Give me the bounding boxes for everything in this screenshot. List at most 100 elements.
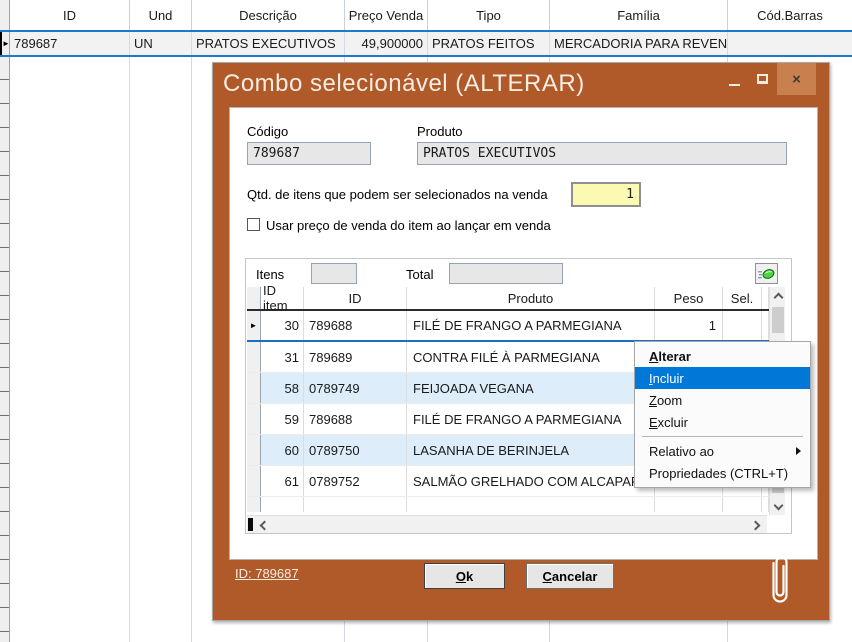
cell-id: 0789750	[304, 435, 407, 465]
minimize-icon	[729, 84, 740, 86]
menu-item-excluir[interactable]: Excluir	[635, 411, 810, 433]
current-row-marker-icon: ►	[2, 40, 10, 48]
vertical-scrollbar-thumb[interactable]	[772, 307, 784, 333]
qtd-itens-field[interactable]: 1	[571, 182, 641, 207]
cell-extra	[304, 497, 407, 512]
grid-empty-area	[247, 497, 785, 512]
close-button[interactable]: ×	[777, 63, 816, 95]
column-header-preco-venda[interactable]: Preço Venda	[345, 0, 428, 30]
grid-header-produto[interactable]: Produto	[407, 287, 655, 309]
column-header-und[interactable]: Und	[130, 0, 192, 30]
cell-id-item: 31	[261, 342, 304, 372]
close-icon: ×	[792, 71, 801, 88]
cell-produto: LASANHA DE BERINJELA	[407, 435, 655, 465]
column-header-cod-barras[interactable]: Cód.Barras	[728, 0, 852, 30]
cancel-button-label: Cancelar	[543, 569, 598, 584]
column-header-id[interactable]: ID	[10, 0, 130, 30]
record-id-link[interactable]: ID: 789687	[235, 566, 299, 581]
table-row[interactable]: ► 789687 UN PRATOS EXECUTIVOS 49,900000 …	[0, 30, 852, 57]
table-gridline	[191, 56, 192, 642]
horizontal-scrollbar[interactable]	[247, 515, 767, 533]
maximize-button[interactable]	[749, 65, 775, 93]
usar-preco-checkbox-label: Usar preço de venda do item ao lançar em…	[266, 218, 551, 233]
cell-extra	[723, 497, 762, 512]
menu-item-relativo-ao[interactable]: Relativo ao	[635, 440, 810, 462]
codigo-field[interactable]: 789687	[247, 142, 371, 165]
horizontal-scrollbar-thumb[interactable]	[248, 518, 253, 531]
row-selector-cell: ►	[0, 32, 10, 55]
cancel-button[interactable]: Cancelar	[526, 563, 614, 589]
grid-context-menu: Alterar Incluir Zoom Excluir Relativo ao…	[634, 341, 811, 488]
menu-item-incluir[interactable]: Incluir	[635, 367, 810, 389]
grid-header-row: ID item ID Produto Peso Sel.	[247, 287, 785, 311]
app-root: ID Und Descrição Preço Venda Tipo Famíli…	[0, 0, 852, 642]
menu-separator	[642, 436, 803, 437]
grid-header-sel[interactable]: Sel.	[723, 287, 762, 309]
cell-id: 789688	[304, 311, 407, 340]
itens-count-field[interactable]	[311, 263, 357, 284]
cell-extra	[762, 311, 769, 340]
cell-id-item: 61	[261, 466, 304, 496]
scroll-right-icon[interactable]	[749, 516, 765, 534]
produto-field[interactable]: PRATOS EXECUTIVOS	[417, 142, 787, 165]
cell-descricao: PRATOS EXECUTIVOS	[192, 32, 345, 55]
menu-item-label: Zoom	[649, 393, 682, 408]
grid-row-selected[interactable]: ► 30 789688 FILÉ DE FRANGO A PARMEGIANA …	[247, 311, 785, 342]
column-header-descricao[interactable]: Descrição	[192, 0, 345, 30]
cell-produto: FEIJOADA VEGANA	[407, 373, 655, 403]
grid-header-id-item[interactable]: ID item	[261, 287, 304, 309]
submenu-arrow-icon	[796, 447, 801, 455]
menu-item-label: Relativo ao	[649, 444, 714, 459]
paperclip-icon	[767, 550, 793, 611]
total-field[interactable]	[449, 263, 563, 284]
cell-id-item: 60	[261, 435, 304, 465]
grid-header-extra	[762, 287, 769, 309]
column-header-familia[interactable]: Família	[550, 0, 728, 30]
cell-id-item: 30	[261, 311, 304, 340]
cell-cod-barras	[728, 32, 852, 55]
grid-row-marker	[247, 435, 261, 465]
cell-familia: MERCADORIA PARA REVENDA	[550, 32, 728, 55]
cell-extra	[407, 497, 655, 512]
grid-row-marker	[247, 466, 261, 496]
products-table-header: ID Und Descrição Preço Venda Tipo Famíli…	[0, 0, 852, 30]
cell-id: 789687	[10, 32, 130, 55]
itens-label: Itens	[256, 267, 284, 282]
ok-button-label: Ok	[456, 569, 473, 584]
scroll-left-icon[interactable]	[255, 516, 271, 534]
table-row-selector-gutter	[0, 0, 10, 642]
column-header-tipo[interactable]: Tipo	[428, 0, 550, 30]
cell-produto: FILÉ DE FRANGO A PARMEGIANA	[407, 404, 655, 434]
menu-item-label: Propriedades (CTRL+T)	[649, 466, 788, 481]
total-label: Total	[406, 267, 433, 282]
cell-id-item: 59	[261, 404, 304, 434]
cell-extra	[247, 497, 261, 512]
scroll-up-icon[interactable]	[770, 287, 786, 304]
cell-peso: 1	[655, 311, 723, 340]
menu-item-alterar[interactable]: Alterar	[635, 345, 810, 367]
menu-item-label: Incluir	[649, 371, 684, 386]
menu-item-label: Excluir	[649, 415, 688, 430]
cell-und: UN	[130, 32, 192, 55]
qtd-itens-label: Qtd. de itens que podem ser selecionados…	[247, 187, 548, 202]
codigo-label: Código	[247, 124, 288, 139]
cell-id: 0789749	[304, 373, 407, 403]
ok-button[interactable]: Ok	[424, 563, 505, 589]
scroll-down-icon[interactable]	[770, 498, 786, 515]
green-eraser-icon	[758, 267, 775, 281]
cell-extra	[655, 497, 723, 512]
table-gridline	[129, 56, 130, 642]
grid-header-peso[interactable]: Peso	[655, 287, 723, 309]
cell-tipo: PRATOS FEITOS	[428, 32, 550, 55]
current-row-marker-icon: ►	[250, 322, 258, 330]
menu-item-zoom[interactable]: Zoom	[635, 389, 810, 411]
clear-filter-button[interactable]	[755, 263, 778, 284]
minimize-button[interactable]	[721, 65, 747, 93]
usar-preco-checkbox[interactable]	[247, 218, 260, 231]
maximize-icon	[757, 74, 768, 84]
gutter-ticks	[0, 56, 9, 642]
grid-header-id[interactable]: ID	[304, 287, 407, 309]
cell-id-item: 58	[261, 373, 304, 403]
dialog-content-panel: Código 789687 Produto PRATOS EXECUTIVOS …	[229, 107, 818, 560]
menu-item-propriedades[interactable]: Propriedades (CTRL+T)	[635, 462, 810, 484]
